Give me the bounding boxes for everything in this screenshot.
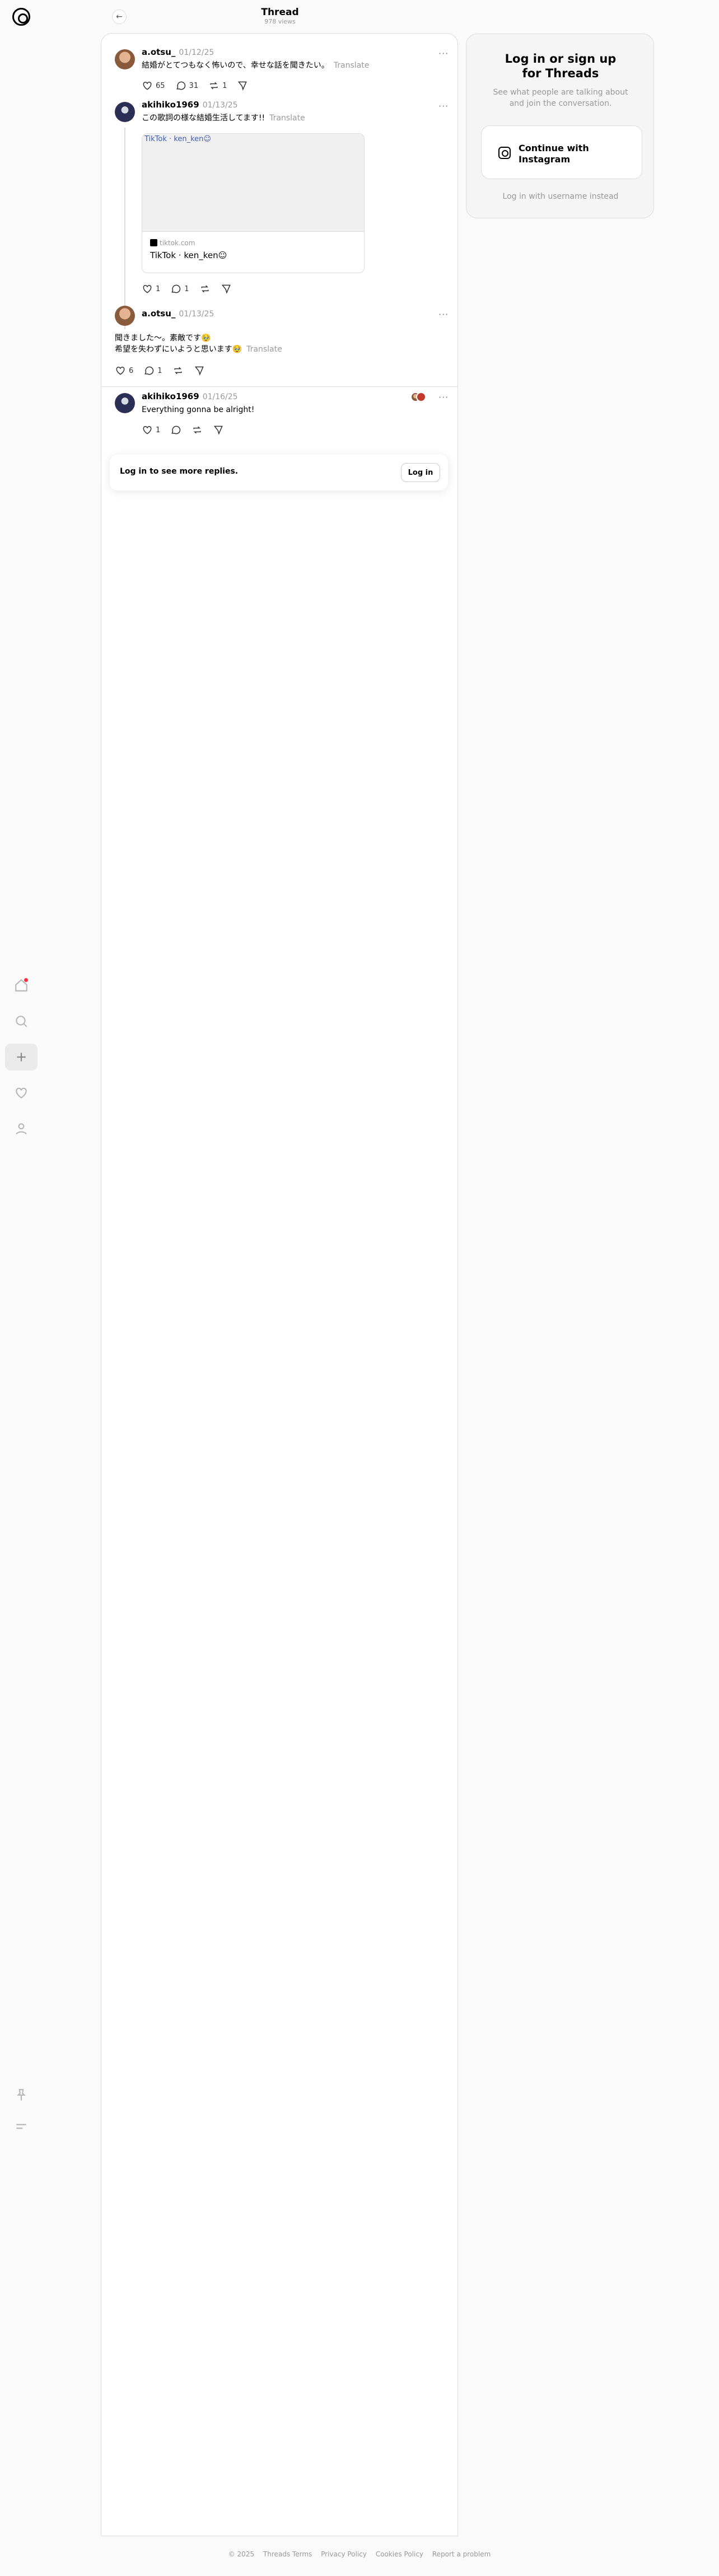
image-alt-text: TikTok · ken_ken☺: [144, 135, 211, 143]
post-actions: 1: [142, 424, 224, 436]
preview-image: TikTok · ken_ken☺: [142, 134, 364, 232]
thread-feed: a.otsu_ 01/12/25 ··· 結婚がとてつもなく怖いので、幸せな話を聞…: [101, 33, 458, 2536]
post-date: 01/12/25: [179, 48, 214, 57]
card-domain: tiktok.com: [150, 239, 195, 247]
notification-dot: [24, 978, 28, 982]
share-button[interactable]: [194, 365, 205, 376]
tiktok-icon: [150, 239, 157, 246]
repost-button[interactable]: 1: [208, 80, 227, 91]
post-date: 01/13/25: [179, 310, 214, 319]
create-icon[interactable]: [5, 1044, 38, 1070]
footer: © 2025 Threads Terms Privacy Policy Cook…: [0, 2550, 719, 2558]
liked-by-avatar: [416, 392, 426, 402]
reply-button[interactable]: 31: [175, 80, 198, 91]
like-button[interactable]: 6: [115, 365, 133, 376]
translate-link[interactable]: Translate: [246, 345, 282, 354]
terms-link[interactable]: Threads Terms: [263, 2550, 312, 2558]
cookies-link[interactable]: Cookies Policy: [376, 2550, 423, 2558]
continue-with-instagram-button[interactable]: Continue with Instagram: [481, 125, 642, 179]
page-title: Thread: [261, 7, 299, 18]
view-count: 978 views: [264, 18, 296, 25]
translate-link[interactable]: Translate: [269, 114, 305, 123]
panel-subtitle: See what people are talking about and joi…: [493, 88, 628, 108]
post-author[interactable]: a.otsu_ 01/12/25: [142, 47, 214, 57]
more-options-icon[interactable]: ···: [438, 48, 449, 59]
post-actions: 1 1: [142, 283, 232, 294]
post-actions: 65 31 1: [142, 80, 248, 91]
post-date: 01/16/25: [202, 392, 238, 401]
post-author[interactable]: akihiko1969 01/13/25: [142, 100, 238, 110]
username-login-link[interactable]: Log in with username instead: [466, 192, 655, 201]
instagram-icon: [498, 147, 511, 159]
post-text: Everything gonna be alright!: [142, 405, 255, 414]
avatar[interactable]: [115, 393, 135, 413]
panel-title: Log in or sign up for Threads: [505, 52, 617, 80]
login-prompt: Log in to see more replies. Log in: [110, 455, 448, 490]
repost-button[interactable]: [172, 365, 184, 376]
login-prompt-text: Log in to see more replies.: [120, 467, 239, 476]
profile-icon[interactable]: [5, 1115, 38, 1142]
share-button[interactable]: [237, 80, 248, 91]
like-button[interactable]: 65: [142, 80, 165, 91]
activity-icon[interactable]: [5, 1079, 38, 1106]
threads-logo-icon[interactable]: [12, 8, 30, 26]
thread-header: ← Thread 978 views: [101, 0, 459, 58]
privacy-link[interactable]: Privacy Policy: [321, 2550, 367, 2558]
post-text: 結婚がとてつもなく怖いので、幸せな話を聞きたい。 Translate: [142, 61, 370, 70]
avatar[interactable]: [115, 49, 135, 69]
reply-button[interactable]: 1: [170, 283, 189, 294]
more-options-icon[interactable]: ···: [438, 309, 449, 320]
reply-button[interactable]: 1: [143, 365, 162, 376]
signup-panel: Log in or sign up for Threads See what pe…: [466, 34, 654, 218]
like-button[interactable]: 1: [142, 424, 160, 436]
avatar[interactable]: [115, 102, 135, 122]
login-button[interactable]: Log in: [401, 463, 440, 482]
menu-icon[interactable]: [5, 2113, 38, 2140]
link-preview-card[interactable]: TikTok · ken_ken☺ tiktok.com TikTok · ke…: [142, 133, 365, 273]
repost-button[interactable]: [199, 283, 211, 294]
post-author[interactable]: akihiko1969 01/16/25: [142, 391, 238, 401]
avatar[interactable]: [115, 306, 135, 326]
reply-button[interactable]: [170, 424, 181, 436]
post-date: 01/13/25: [202, 101, 238, 110]
search-icon[interactable]: [5, 1008, 38, 1035]
share-button[interactable]: [221, 283, 232, 294]
thread-line: [124, 128, 125, 329]
button-label: Continue with Instagram: [519, 143, 589, 165]
pin-icon[interactable]: [5, 2082, 38, 2109]
divider: [101, 386, 457, 387]
more-options-icon[interactable]: ···: [438, 392, 449, 403]
more-options-icon[interactable]: ···: [438, 101, 449, 111]
share-button[interactable]: [213, 424, 224, 436]
post-text: 聞きました〜。素敵です🥹 希望を失わずにいようと思います🥹 Translate: [115, 334, 282, 354]
post-text: この歌詞の様な結婚生活してます!! Translate: [142, 114, 305, 123]
sidebar: [0, 0, 43, 2576]
card-title: TikTok · ken_ken☺: [150, 250, 227, 260]
report-link[interactable]: Report a problem: [432, 2550, 491, 2558]
repost-button[interactable]: [192, 424, 203, 436]
translate-link[interactable]: Translate: [334, 61, 370, 70]
like-button[interactable]: 1: [142, 283, 160, 294]
post-author[interactable]: a.otsu_ 01/13/25: [142, 308, 214, 319]
copyright: © 2025: [228, 2550, 255, 2558]
post-actions: 6 1: [115, 365, 205, 376]
home-icon[interactable]: [5, 972, 38, 999]
